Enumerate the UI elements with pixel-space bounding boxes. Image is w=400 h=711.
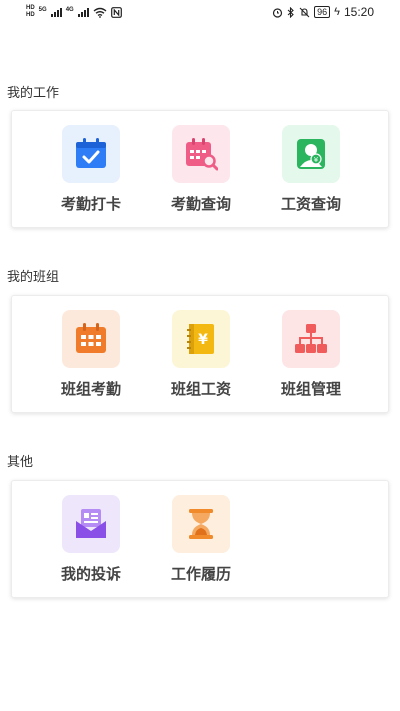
wifi-icon: [93, 7, 107, 18]
tile-label: 班组管理: [280, 380, 341, 398]
tile-attendance-query[interactable]: 考勤查询: [146, 125, 256, 214]
hd-indicator: HD HD: [26, 5, 35, 19]
signal-icon-2: [77, 7, 89, 17]
tile-team-management[interactable]: 班组管理: [256, 310, 366, 399]
calendar-check-icon: [62, 125, 120, 183]
nfc-icon: [110, 6, 122, 18]
alarm-icon: [273, 7, 283, 18]
tile-label: 考勤打卡: [60, 195, 121, 213]
svg-text:¥: ¥: [314, 156, 319, 164]
team-salary-book-icon: ¥: [172, 310, 230, 368]
section-title-my-work: 我的工作: [7, 86, 60, 101]
mute-icon: [299, 7, 310, 17]
complaint-mail-icon: [62, 495, 120, 553]
team-calendar-icon: [62, 310, 120, 368]
status-right: 96 ϟ 15:20: [272, 5, 374, 19]
section-title-my-team: 我的班组: [7, 270, 60, 285]
tile-work-history[interactable]: 工作履历: [146, 495, 256, 584]
tile-label: 考勤查询: [170, 195, 231, 213]
org-chart-icon: [282, 310, 340, 368]
tile-label: 班组工资: [170, 380, 231, 398]
status-bar: HD HD 5G 4G 96 ϟ 15:20: [0, 0, 400, 24]
tile-team-attendance[interactable]: 班组考勤: [36, 310, 146, 399]
network-4g-label: 4G: [65, 7, 74, 13]
svg-text:¥: ¥: [198, 332, 208, 348]
tile-team-salary[interactable]: ¥ 班组工资: [146, 310, 256, 399]
bluetooth-icon: [287, 6, 294, 18]
tile-attendance-checkin[interactable]: 考勤打卡: [36, 125, 146, 214]
section-card-my-team: 班组考勤 ¥ 班组工资 班组管理: [11, 295, 389, 413]
tile-my-complaints[interactable]: 我的投诉: [36, 495, 146, 584]
tile-label: 工作履历: [170, 565, 231, 583]
tile-label: 工资查询: [280, 195, 341, 213]
tile-label: 我的投诉: [60, 565, 121, 583]
hd-bottom: HD: [26, 12, 35, 18]
section-title-other: 其他: [7, 455, 34, 470]
network-5g-label: 5G: [38, 7, 47, 13]
section-card-my-work: 考勤打卡 考勤查询 ¥ 工资查询: [11, 110, 389, 228]
section-card-other: 我的投诉 工作履历: [11, 480, 389, 598]
battery-indicator: 96: [314, 6, 331, 18]
clock-time: 15:20: [343, 5, 374, 19]
tile-salary-query[interactable]: ¥ 工资查询: [256, 125, 366, 214]
status-left: HD HD 5G 4G: [26, 5, 122, 19]
tile-label: 班组考勤: [60, 380, 121, 398]
hd-top: HD: [26, 5, 35, 11]
hourglass-icon: [172, 495, 230, 553]
calendar-search-icon: [172, 125, 230, 183]
signal-icon: [50, 7, 62, 17]
charging-icon: ϟ: [334, 5, 340, 18]
salary-card-icon: ¥: [282, 125, 340, 183]
